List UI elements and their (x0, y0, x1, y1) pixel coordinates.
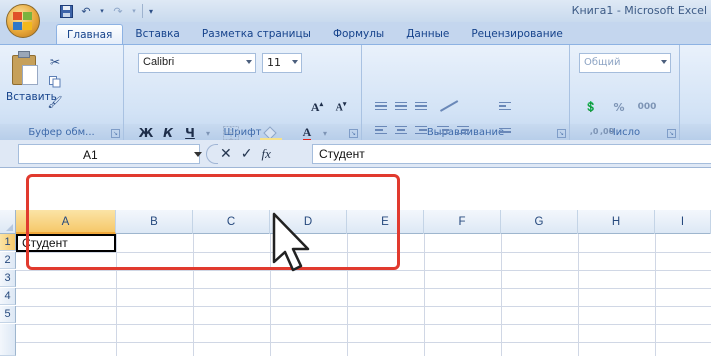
tab-data[interactable]: Данные (396, 24, 459, 44)
column-header-h[interactable]: H (578, 210, 655, 234)
redo-icon[interactable]: ↷ (110, 3, 126, 19)
cancel-icon[interactable]: ✕ (220, 146, 232, 162)
styles-group (680, 45, 711, 141)
name-box-value: A1 (83, 148, 98, 162)
office-button[interactable] (6, 4, 40, 38)
office-logo-icon (13, 12, 33, 30)
grow-font-button[interactable]: A▴ (306, 97, 328, 117)
font-color-icon: A (302, 125, 312, 142)
decrease-indent-button[interactable] (434, 121, 452, 139)
align-left-button[interactable] (372, 121, 390, 139)
chevron-down-icon (661, 60, 667, 64)
fill-color-button[interactable] (258, 125, 284, 141)
highlight-frame (26, 174, 400, 270)
column-header-f[interactable]: F (424, 210, 501, 234)
tab-review[interactable]: Рецензирование (461, 24, 573, 44)
chevron-down-icon (292, 60, 298, 64)
grid-line (16, 306, 711, 307)
title-bar: ↶ ▾ ↷ ▾ ▾ Книга1 - Microsoft Excel (0, 0, 711, 22)
window-title: Книга1 - Microsoft Excel (571, 4, 707, 17)
quick-access-toolbar: ↶ ▾ ↷ ▾ ▾ (58, 3, 155, 19)
currency-icon: 💲 (584, 101, 598, 113)
row-header-1[interactable]: 1 (0, 234, 16, 251)
paste-button[interactable] (10, 51, 40, 87)
row-header-blank (0, 324, 16, 356)
alignment-launcher-icon[interactable]: ↘ (557, 129, 566, 138)
qat-separator (142, 4, 143, 18)
paste-sheet-icon (22, 65, 38, 85)
align-middle-button[interactable] (392, 97, 410, 115)
row-header-4[interactable]: 4 (0, 288, 16, 305)
orientation-button[interactable] (436, 97, 462, 115)
save-icon[interactable] (58, 3, 74, 19)
column-header-g[interactable]: G (501, 210, 578, 234)
number-launcher-icon[interactable]: ↘ (667, 129, 676, 138)
wrap-text-button[interactable] (496, 97, 514, 115)
undo-dropdown-icon[interactable]: ▾ (98, 3, 106, 19)
fill-color-icon (260, 126, 282, 141)
clipboard-group-label: Буфер обм... (0, 124, 123, 141)
chevron-down-icon (246, 60, 252, 64)
percent-button[interactable]: % (610, 97, 628, 117)
tab-page-layout[interactable]: Разметка страницы (192, 24, 321, 44)
customize-qat-icon[interactable]: ▾ (147, 3, 155, 19)
borders-icon (223, 126, 239, 140)
mouse-pointer-icon (272, 212, 310, 272)
redo-dropdown-icon[interactable]: ▾ (130, 3, 138, 19)
shrink-font-button[interactable]: A▾ (330, 97, 352, 117)
formula-bar: A1 ✕ ✓ fx Студент (0, 140, 711, 168)
column-header-i[interactable]: I (655, 210, 711, 234)
font-launcher-icon[interactable]: ↘ (349, 129, 358, 138)
increase-indent-button[interactable] (454, 121, 472, 139)
tab-formulas[interactable]: Формулы (323, 24, 394, 44)
merge-center-button[interactable] (496, 121, 514, 139)
enter-icon[interactable]: ✓ (241, 146, 253, 162)
copy-icon[interactable] (48, 75, 62, 89)
align-center-button[interactable] (392, 121, 410, 139)
decimal-buttons[interactable]: ,0 ,00 (580, 121, 624, 141)
tab-insert[interactable]: Вставка (125, 24, 190, 44)
number-format-value: Общий (584, 57, 621, 68)
select-all-button[interactable] (0, 210, 16, 234)
align-right-button[interactable] (412, 121, 430, 139)
number-format-dropdown[interactable]: Общий (579, 53, 671, 73)
font-name-value: Calibri (143, 56, 175, 68)
grow-font-icon: A▴ (310, 99, 324, 114)
formula-input[interactable]: Студент (312, 144, 711, 164)
row-header-3[interactable]: 3 (0, 270, 16, 287)
grid-line (16, 288, 711, 289)
row-header-5[interactable]: 5 (0, 306, 16, 323)
ribbon-tabs: Главная Вставка Разметка страницы Формул… (0, 22, 711, 44)
align-top-button[interactable] (372, 97, 390, 115)
clipboard-group: Вставить ✂ 🖌 Буфер обм... ↘ (0, 45, 124, 141)
font-name-dropdown[interactable]: Calibri (138, 53, 256, 73)
align-bottom-button[interactable] (412, 97, 430, 115)
font-size-dropdown[interactable]: 11 (262, 53, 302, 73)
format-painter-icon[interactable]: 🖌 (47, 95, 62, 109)
grid-line (16, 270, 711, 271)
grid-line (16, 342, 711, 343)
insert-function-icon[interactable]: fx (261, 146, 270, 162)
tab-home[interactable]: Главная (56, 24, 124, 44)
formula-buttons: ✕ ✓ fx (212, 144, 310, 164)
select-all-icon (6, 224, 13, 231)
styles-group-label (680, 124, 711, 141)
name-box[interactable]: A1 (18, 144, 200, 164)
undo-icon[interactable]: ↶ (78, 3, 94, 19)
ribbon: Вставить ✂ 🖌 Буфер обм... ↘ Шрифт ↘ Cali… (0, 44, 711, 142)
thousands-separator-button[interactable]: 000 (634, 97, 660, 117)
borders-button[interactable] (220, 125, 242, 141)
name-box-dropdown-icon[interactable] (194, 152, 202, 157)
grid-line (16, 324, 711, 325)
cut-icon[interactable]: ✂ (48, 55, 62, 69)
formula-content: Студент (319, 147, 365, 161)
shrink-font-icon: A▾ (335, 100, 347, 114)
paste-clip-icon (18, 51, 30, 58)
font-size-value: 11 (267, 56, 281, 69)
row-header-2[interactable]: 2 (0, 252, 16, 269)
clipboard-launcher-icon[interactable]: ↘ (111, 129, 120, 138)
currency-format-button[interactable]: 💲 (579, 97, 603, 117)
